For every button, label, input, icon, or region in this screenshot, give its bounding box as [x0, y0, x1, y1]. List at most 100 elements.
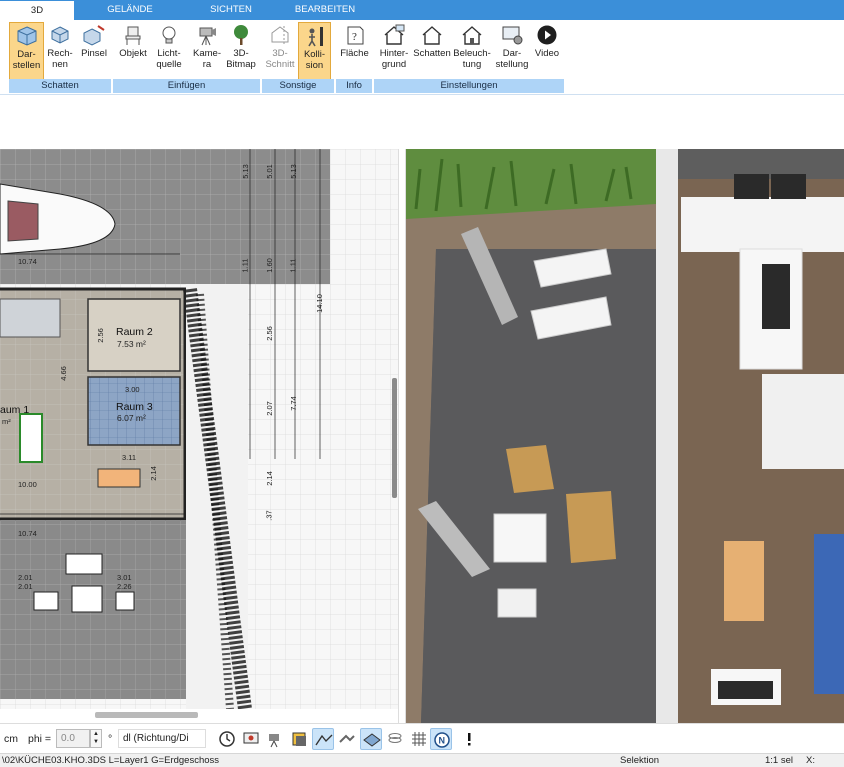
schatten-label: Schatten: [413, 48, 451, 59]
3d-schnitt-label: 3D- Schnitt: [265, 48, 295, 70]
schatten-button[interactable]: Schatten: [412, 22, 452, 80]
darstellen-button[interactable]: Dar- stellen: [9, 22, 44, 80]
kamera-label: Kame- ra: [193, 48, 221, 70]
group-schatten: Schatten: [9, 79, 111, 93]
svg-text:?: ?: [352, 31, 357, 43]
phi-input[interactable]: 0.0: [56, 729, 90, 748]
room-1-name: aum 1: [0, 404, 30, 416]
north-icon[interactable]: N: [430, 728, 452, 750]
3d-scene-drawing: [406, 149, 844, 723]
camera-icon: [199, 27, 216, 46]
room-3-name: Raum 3: [116, 401, 153, 413]
objekt-label: Objekt: [119, 48, 147, 59]
degree-label: °: [108, 733, 113, 745]
unit-label: cm: [4, 733, 18, 745]
3d-view[interactable]: [406, 149, 844, 723]
tab-gelaende[interactable]: GELÄNDE: [92, 0, 168, 20]
status-bar: \02\KÜCHE03.KHO.3DS L=Layer1 G=Erdgescho…: [0, 753, 844, 767]
phi-label: phi =: [28, 733, 52, 745]
lichtquelle-label: Licht- quelle: [156, 48, 182, 70]
kamera-button[interactable]: Kame- ra: [190, 22, 224, 80]
dim-3-00: 3.00: [125, 385, 140, 394]
dim-3-11: 3.11: [122, 453, 137, 462]
rechnen-label: Rech- nen: [47, 48, 73, 70]
3d-bitmap-button[interactable]: 3D- Bitmap: [224, 22, 258, 80]
dim-10-00: 10.00: [18, 480, 37, 489]
dim-2-26: 2.26: [117, 582, 132, 591]
dim-37: .37: [264, 510, 274, 521]
stack-icon[interactable]: [384, 728, 406, 750]
lightbulb-icon: [162, 26, 176, 44]
info-marker-icon[interactable]: [458, 728, 480, 750]
tab-bearbeiten[interactable]: BEARBEITEN: [290, 0, 360, 20]
rechnen-button[interactable]: Rech- nen: [44, 22, 76, 80]
dim-2-01-lower: 2.01: [18, 582, 33, 591]
dim-2-07: 2.07: [264, 401, 274, 416]
phi-value: 0.0: [61, 733, 75, 744]
pattern-icon[interactable]: [336, 728, 358, 750]
dim-5-01: 5.01: [264, 164, 274, 179]
floor-plan-view[interactable]: Raum 2 7.53 m² Raum 3 6.07 m² aum 1 m² 1…: [0, 149, 398, 709]
svg-text:N: N: [439, 736, 446, 746]
house-light-icon: [462, 26, 482, 45]
floor-plan-drawing: [0, 149, 398, 709]
pinsel-label: Pinsel: [81, 48, 107, 59]
flaeche-button[interactable]: ? Fläche: [337, 22, 372, 80]
plan-vertical-scroll-thumb[interactable]: [392, 378, 397, 498]
ribbon: Dar- stellen Rech- nen Pinsel Objekt Lic…: [0, 20, 844, 95]
clock-icon[interactable]: [216, 728, 238, 750]
dim-2-56-side: 2.56: [264, 326, 274, 341]
plan-horizontal-scrollbar[interactable]: [0, 709, 398, 723]
dim-14-10: 14.10: [314, 294, 324, 313]
layers-icon[interactable]: [288, 728, 310, 750]
hintergrund-button[interactable]: Hinter- grund: [376, 22, 412, 80]
beleuchtung-button[interactable]: Beleuch- tung: [452, 22, 492, 80]
beleuchtung-label: Beleuch- tung: [453, 48, 491, 70]
3d-bitmap-label: 3D- Bitmap: [226, 48, 256, 70]
tab-sichten[interactable]: SICHTEN: [196, 0, 266, 20]
collision-icon: [307, 27, 323, 47]
hintergrund-label: Hinter- grund: [379, 48, 409, 70]
pinsel-button[interactable]: Pinsel: [78, 22, 110, 80]
flaeche-label: Fläche: [340, 48, 369, 59]
section-icon: [271, 26, 289, 45]
brush-cube-icon: [83, 25, 105, 46]
dim-2-56-room2: 2.56: [95, 328, 105, 343]
terrain-view-icon[interactable]: [312, 728, 334, 750]
dim-2-14-plan: 2.14: [148, 466, 158, 481]
3d-schnitt-button[interactable]: 3D- Schnitt: [264, 22, 296, 80]
ribbon-tab-bar: 3D GELÄNDE SICHTEN BEARBEITEN: [0, 0, 844, 20]
play-icon: [537, 25, 557, 45]
house-bg-icon: [384, 24, 405, 45]
plan-scroll-thumb[interactable]: [95, 712, 198, 718]
group-info: Info: [336, 79, 372, 93]
dim-7-74: 7.74: [288, 396, 298, 411]
camera-path-icon[interactable]: [264, 728, 286, 750]
dim-1-11-a: 1.11: [240, 258, 250, 273]
dim-5-13-a: 5.13: [240, 164, 250, 179]
video-label: Video: [534, 48, 560, 59]
room-3-area: 6.07 m²: [117, 413, 146, 423]
phi-spinner[interactable]: ▲ ▼: [90, 729, 102, 748]
video-button[interactable]: Video: [532, 22, 562, 80]
monitor-icon[interactable]: [240, 728, 262, 750]
lichtquelle-button[interactable]: Licht- quelle: [150, 22, 188, 80]
darstellen-label: Dar- stellen: [12, 49, 41, 71]
status-scale: 1:1 sel: [765, 755, 793, 766]
room-1-area: m²: [2, 417, 11, 426]
tab-3d[interactable]: 3D: [0, 1, 74, 20]
view-splitter[interactable]: [398, 149, 406, 723]
dim-2-14-side: 2.14: [264, 471, 274, 486]
kollision-button[interactable]: Kolli- sion: [298, 22, 331, 80]
darstellung-button[interactable]: Dar- stellung: [494, 22, 530, 80]
group-einstellungen: Einstellungen: [374, 79, 564, 93]
grid-icon[interactable]: [408, 728, 430, 750]
cube-render-icon: [51, 26, 69, 44]
status-mode: Selektion: [620, 755, 660, 766]
dim-3-01: 3.01: [117, 573, 132, 582]
plane-view-icon[interactable]: [360, 728, 382, 750]
bottom-toolbar: cm phi = 0.0 ▲ ▼ ° dl (Richtung/Di N: [0, 723, 844, 753]
direction-dropdown[interactable]: dl (Richtung/Di: [118, 729, 206, 748]
room-2-name: Raum 2: [116, 326, 153, 338]
objekt-button[interactable]: Objekt: [116, 22, 150, 80]
